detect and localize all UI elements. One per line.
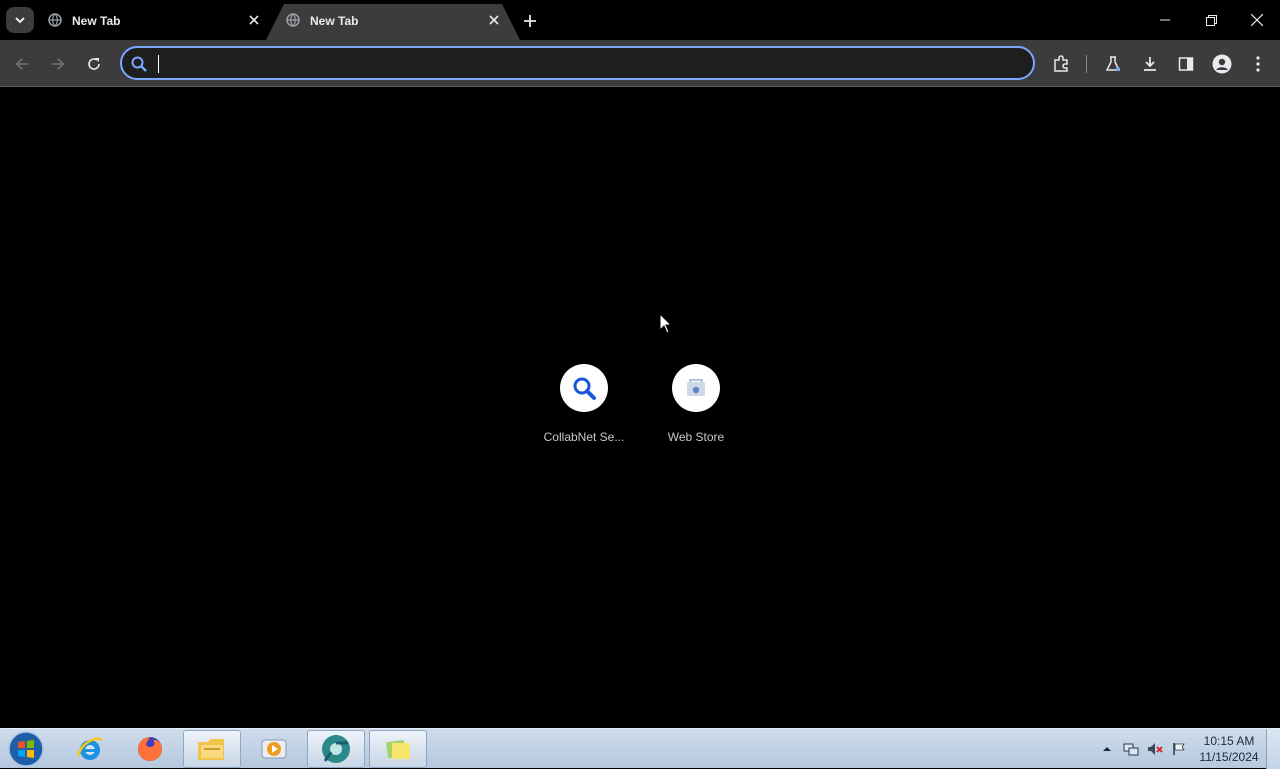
- plus-icon: [524, 15, 536, 27]
- labs-button[interactable]: [1100, 51, 1126, 77]
- shortcut-collabnet[interactable]: CollabNet Se...: [528, 364, 640, 454]
- taskbar-media-player[interactable]: [245, 730, 303, 768]
- close-window-button[interactable]: [1234, 0, 1280, 40]
- new-tab-page: CollabNet Se... Web Store: [0, 88, 1280, 728]
- minimize-icon: [1160, 19, 1170, 21]
- clock-time: 10:15 AM: [1203, 734, 1255, 748]
- more-vertical-icon: [1256, 56, 1260, 72]
- show-hidden-icons-button[interactable]: [1099, 741, 1115, 757]
- tab-title: New Tab: [310, 14, 359, 28]
- firefox-icon: [138, 737, 162, 761]
- side-panel-button[interactable]: [1173, 51, 1199, 77]
- shortcut-label: CollabNet Se...: [543, 430, 625, 444]
- chevron-up-icon: [1103, 747, 1111, 751]
- downloads-button[interactable]: [1137, 51, 1163, 77]
- volume-tray-icon[interactable]: [1147, 741, 1163, 757]
- close-icon[interactable]: [246, 12, 262, 28]
- address-bar[interactable]: [120, 46, 1035, 80]
- browser-toolbar: [0, 40, 1280, 87]
- chromium-icon: [322, 735, 350, 763]
- avatar-icon: [1212, 54, 1232, 74]
- tab-strip: New Tab New Tab: [0, 0, 1280, 40]
- shortcut-web-store[interactable]: Web Store: [640, 364, 752, 454]
- tab-new-tab-1[interactable]: New Tab: [38, 0, 270, 40]
- search-icon: [131, 56, 147, 72]
- network-tray-icon[interactable]: [1123, 741, 1139, 757]
- mouse-cursor-icon: [659, 313, 673, 334]
- internet-explorer-icon: [76, 737, 103, 760]
- media-player-icon: [261, 739, 287, 759]
- taskbar-file-explorer[interactable]: [183, 730, 241, 768]
- new-tab-button[interactable]: [519, 10, 541, 32]
- puzzle-icon: [1054, 55, 1068, 72]
- taskbar-chromium[interactable]: [307, 730, 365, 768]
- close-icon: [1251, 14, 1263, 26]
- tab-new-tab-2[interactable]: New Tab: [266, 0, 520, 40]
- system-clock[interactable]: 10:15 AM 11/15/2024: [1194, 733, 1264, 765]
- network-icon: [1123, 743, 1139, 756]
- chevron-down-icon: [15, 17, 25, 24]
- shortcut-label: Web Store: [667, 430, 725, 444]
- tab-search-button[interactable]: [6, 7, 34, 33]
- reload-icon: [88, 58, 100, 70]
- taskbar-sticky-notes[interactable]: [369, 730, 427, 768]
- download-icon: [1144, 57, 1156, 71]
- flag-icon: [1173, 743, 1185, 755]
- restore-button[interactable]: [1188, 0, 1234, 40]
- close-icon[interactable]: [486, 12, 502, 28]
- start-button[interactable]: [6, 730, 46, 768]
- taskbar-firefox[interactable]: [121, 730, 179, 768]
- minimize-button[interactable]: [1142, 0, 1188, 40]
- taskbar: 10:15 AM 11/15/2024: [0, 728, 1280, 769]
- taskbar-internet-explorer[interactable]: [61, 730, 119, 768]
- text-caret: [158, 55, 159, 73]
- profile-button[interactable]: [1209, 51, 1235, 77]
- shortcut-tile: [672, 364, 720, 412]
- action-center-tray-icon[interactable]: [1171, 741, 1187, 757]
- globe-icon: [48, 13, 62, 27]
- file-explorer-icon: [198, 739, 224, 760]
- menu-button[interactable]: [1245, 51, 1271, 77]
- toolbar-separator: [1086, 55, 1087, 73]
- address-input[interactable]: [156, 52, 1016, 74]
- active-tab-background: [266, 4, 520, 40]
- back-button[interactable]: [9, 51, 35, 77]
- tab-title: New Tab: [72, 14, 121, 28]
- arrow-left-icon: [15, 58, 28, 70]
- side-panel-icon: [1178, 57, 1194, 71]
- globe-icon: [286, 13, 300, 27]
- web-store-icon: [687, 379, 705, 396]
- restore-icon: [1205, 14, 1217, 26]
- search-icon: [573, 377, 596, 400]
- volume-muted-icon: [1148, 743, 1163, 755]
- clock-date: 11/15/2024: [1199, 750, 1259, 764]
- shortcut-tile: [560, 364, 608, 412]
- show-desktop-button[interactable]: [1266, 729, 1280, 769]
- forward-button[interactable]: [45, 51, 71, 77]
- extensions-button[interactable]: [1048, 51, 1074, 77]
- flask-icon: [1105, 56, 1121, 71]
- windows-logo-icon: [8, 731, 44, 767]
- sticky-notes-icon: [385, 739, 410, 759]
- arrow-right-icon: [52, 58, 65, 70]
- reload-button[interactable]: [81, 51, 107, 77]
